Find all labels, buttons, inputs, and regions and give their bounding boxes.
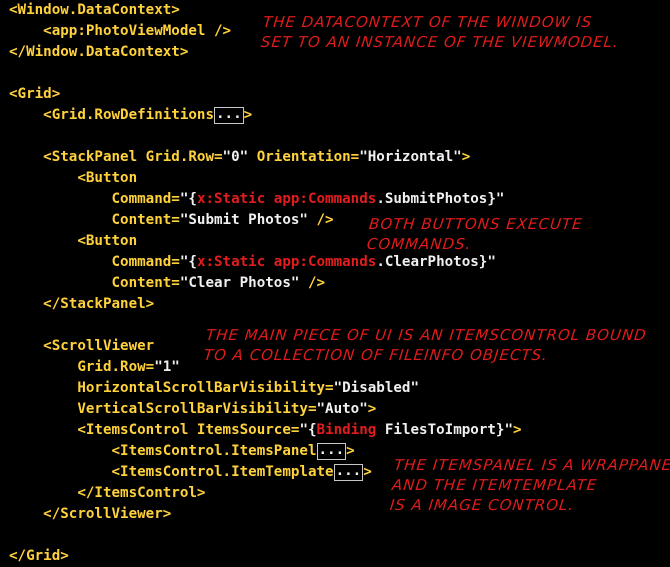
code-token: "Clear Photos" [179, 275, 300, 291]
code-token: </ItemsControl> [77, 485, 206, 501]
code-token: </Window.DataContext> [9, 44, 189, 60]
code-token: "{ [179, 191, 197, 207]
code-token: </Grid> [9, 548, 69, 564]
code-token: /> [299, 275, 326, 291]
code-token: <Grid.RowDefinitions [43, 107, 215, 123]
code-token: > [346, 443, 355, 459]
code-token: <StackPanel Grid.Row= [43, 149, 223, 165]
datacontext-annotation: The DataContext of the Window is set to … [260, 13, 620, 51]
code-token: <ItemsControl.ItemTemplate [111, 464, 334, 480]
code-line: <Button [9, 168, 522, 189]
code-line: <Grid> [9, 84, 522, 105]
code-line: </StackPanel> [9, 294, 522, 315]
code-token: VerticalScrollBarVisibility= [77, 401, 317, 417]
code-token: > [461, 149, 471, 165]
code-token: "Submit Photos" [179, 212, 308, 228]
code-token: <Window.DataContext> [9, 2, 180, 18]
code-line: VerticalScrollBarVisibility="Auto"> [9, 399, 522, 420]
buttons-annotation: Both buttons execute commands. [366, 215, 584, 253]
code-token: </StackPanel> [43, 296, 155, 312]
code-token: <Button [77, 170, 138, 186]
code-token: Content= [111, 275, 180, 291]
collapsed-region-button[interactable]: ... [214, 107, 244, 124]
code-token: Command= [111, 191, 180, 207]
code-token: > [363, 464, 372, 480]
code-token: <ScrollViewer [43, 338, 155, 354]
code-token: "Auto" [316, 401, 368, 417]
code-token: Command= [111, 254, 180, 270]
code-token: x:Static app:Commands [196, 254, 377, 270]
code-token: <Grid> [9, 86, 61, 102]
collapsed-region-button[interactable]: ... [316, 443, 347, 460]
code-token: HorizontalScrollBarVisibility= [77, 380, 334, 396]
code-token: > [367, 401, 377, 417]
code-line: <ItemsControl ItemsSource="{Binding File… [9, 420, 522, 441]
itemscontrol-annotation: The main piece of UI is an ItemsControl … [203, 326, 648, 364]
code-line: <StackPanel Grid.Row="0" Orientation="Ho… [9, 147, 522, 168]
code-token: "{ [179, 254, 197, 270]
code-line: HorizontalScrollBarVisibility="Disabled" [9, 378, 522, 399]
code-token: Grid.Row= [77, 359, 155, 375]
code-token: Orientation= [248, 149, 360, 165]
code-token: Content= [111, 212, 180, 228]
code-line: Command="{x:Static app:Commands.SubmitPh… [9, 189, 522, 210]
code-token: .SubmitPhotos}" [376, 191, 505, 207]
itemspanel-annotation: The ItemsPanel is a WrapPanel and the It… [388, 456, 670, 514]
code-token: "0" [222, 149, 249, 165]
code-token: <Button [77, 233, 138, 249]
code-token: x:Static app:Commands [196, 191, 377, 207]
collapsed-region-button[interactable]: ... [333, 464, 364, 481]
code-line: Command="{x:Static app:Commands.ClearPho… [9, 252, 522, 273]
code-token: .ClearPhotos}" [376, 254, 496, 270]
code-token: /> [307, 212, 334, 228]
code-token: <ItemsControl ItemsSource= [77, 422, 300, 438]
code-line: <Grid.RowDefinitions... > [9, 105, 522, 126]
code-line: Content="Clear Photos" /> [9, 273, 522, 294]
code-token: "1" [154, 359, 180, 375]
code-token: <app:PhotoViewModel [43, 23, 206, 39]
code-token: "{ [299, 422, 317, 438]
code-token: /> [214, 23, 232, 39]
code-token: FilesToImport}" [376, 422, 513, 438]
code-token: <ItemsControl.ItemsPanel [111, 443, 317, 459]
code-line: </Grid> [9, 546, 522, 567]
code-token: Binding [316, 422, 377, 438]
code-token: "Disabled" [333, 380, 420, 396]
code-token: "Horizontal" [359, 149, 462, 165]
code-token: </ScrollViewer> [43, 506, 172, 522]
code-token: > [513, 422, 522, 438]
code-token: > [243, 107, 253, 123]
